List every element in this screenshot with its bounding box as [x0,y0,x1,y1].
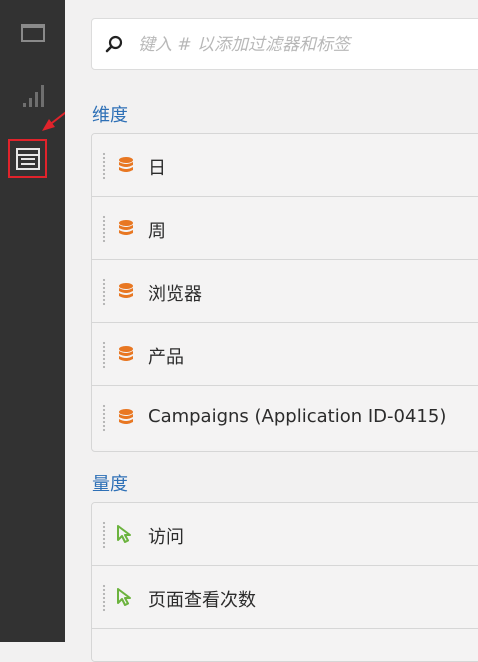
metric-item-partial[interactable] [92,629,478,661]
drag-handle-icon[interactable] [102,215,106,243]
metrics-section-title: 量度 [92,474,128,495]
drag-handle-icon[interactable] [102,152,106,180]
panel-icon[interactable] [0,24,65,42]
components-icon [15,147,40,170]
metrics-list: 访问 页面查看次数 [91,502,478,662]
dimension-icon [119,283,133,298]
drag-handle-icon[interactable] [102,404,106,432]
dimension-icon [119,157,133,172]
drag-handle-icon[interactable] [102,521,106,549]
metric-item-page-views[interactable]: 页面查看次数 [92,566,478,629]
dimension-item-campaigns[interactable]: Campaigns (Application ID-0415) [92,386,478,449]
metric-icon [117,525,131,543]
components-panel: 维度 日 周 浏览 [65,0,478,662]
dimension-item-browser[interactable]: 浏览器 [92,260,478,323]
dimension-item-product[interactable]: 产品 [92,323,478,386]
dimension-item-label: 浏览器 [148,284,202,305]
dimension-icon [119,346,133,361]
dimension-item-label: 周 [148,221,166,242]
dimension-item-label: 日 [148,158,166,179]
dimensions-section-title: 维度 [92,105,128,126]
dimension-item-label: Campaigns (Application ID-0415) [148,406,447,427]
drag-handle-icon[interactable] [102,278,106,306]
dimension-icon [119,220,133,235]
dimensions-list: 日 周 浏览器 产品 Campaigns (Application ID-041… [91,133,478,452]
components-button[interactable] [8,139,47,178]
metric-item-label: 访问 [148,527,184,548]
search-icon [105,35,123,53]
metric-icon [117,588,131,606]
metric-item-label: 页面查看次数 [148,590,256,611]
dimension-item-day[interactable]: 日 [92,134,478,197]
drag-handle-icon[interactable] [102,341,106,369]
search-box[interactable] [91,18,478,70]
drag-handle-icon[interactable] [102,584,106,612]
dimension-item-week[interactable]: 周 [92,197,478,260]
metric-item-visits[interactable]: 访问 [92,503,478,566]
dimension-item-label: 产品 [148,347,184,368]
dimension-icon [119,409,133,424]
search-input[interactable] [136,29,470,61]
